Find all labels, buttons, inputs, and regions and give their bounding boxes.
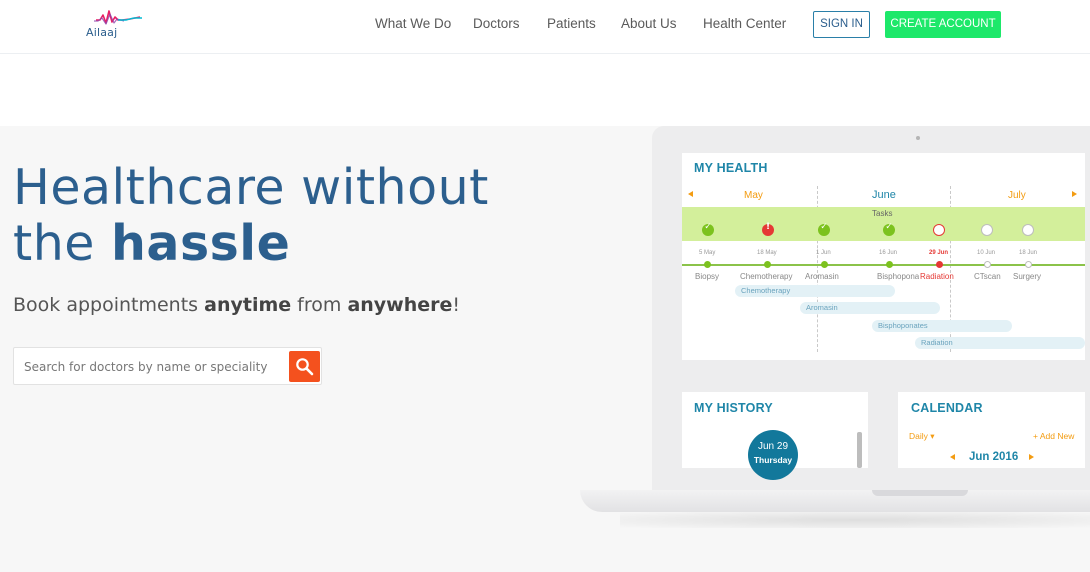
nav-about-us[interactable]: About Us: [621, 16, 677, 31]
gantt-bar[interactable]: Radiation: [915, 337, 1085, 349]
hero-title-emphasis: hassle: [111, 215, 291, 272]
hero-subtitle: Book appointments anytime from anywhere!: [13, 294, 460, 316]
timeline-date: 16 Jun: [879, 250, 898, 256]
history-day-badge[interactable]: Jun 29 Thursday: [748, 430, 798, 480]
timeline-date-current: 29 Jun: [929, 250, 949, 256]
prev-month-icon[interactable]: [688, 191, 693, 197]
task-todo-icon[interactable]: [1022, 224, 1034, 236]
timeline-date: 5 May: [699, 250, 716, 256]
timeline-label: Aromasin: [805, 272, 839, 281]
month-july: July: [1008, 190, 1026, 201]
task-error-icon[interactable]: !: [762, 222, 774, 236]
timeline-label: Biopsy: [695, 272, 720, 281]
gantt-bar[interactable]: Chemotherapy: [735, 285, 895, 297]
pulse-logo-icon: [94, 10, 142, 25]
timeline-label-current: Radiation: [920, 272, 954, 281]
logo[interactable]: Ailaaj: [84, 8, 148, 44]
gantt-bar-label: Radiation: [921, 338, 953, 347]
my-history-title: MY HISTORY: [694, 401, 773, 415]
history-weekday: Thursday: [753, 455, 793, 465]
hero-title-line2: the: [13, 215, 111, 272]
timeline-date: 1 Jun: [816, 250, 831, 256]
calendar-add-new[interactable]: + Add New: [1033, 431, 1074, 441]
laptop-camera: [916, 136, 920, 140]
task-done-icon[interactable]: ✓: [883, 222, 895, 236]
timeline-date: 18 May: [757, 250, 777, 256]
laptop-notch: [872, 490, 968, 496]
calendar-month: Jun 2016: [969, 451, 1019, 463]
timeline-point-current[interactable]: [936, 261, 943, 268]
timeline-date: 10 Jun: [977, 250, 996, 256]
tasks-label: Tasks: [872, 209, 893, 218]
timeline-date: 18 Jun: [1019, 250, 1038, 256]
month-may: May: [744, 190, 763, 201]
history-day: Jun 29: [757, 441, 789, 452]
calendar-next-icon[interactable]: [1029, 454, 1034, 460]
my-health-title: MY HEALTH: [694, 161, 768, 175]
next-month-icon[interactable]: [1072, 191, 1077, 197]
hero-title: Healthcare without the hassle: [13, 160, 489, 272]
hero-sub-text-2: from: [291, 294, 348, 316]
nav-doctors[interactable]: Doctors: [473, 16, 520, 31]
timeline-point[interactable]: [1025, 261, 1032, 268]
timeline-point[interactable]: [886, 261, 893, 268]
timeline-point[interactable]: [704, 261, 711, 268]
timeline-label: Bisphoponates: [877, 272, 919, 281]
hero-sub-text-3: !: [452, 294, 461, 316]
laptop-base: [580, 490, 1090, 512]
task-pending-icon[interactable]: [933, 224, 945, 236]
logo-text: Ailaaj: [86, 26, 118, 39]
search-input[interactable]: [24, 357, 286, 377]
hero-title-line1: Healthcare without: [13, 159, 489, 216]
hero-sub-anywhere: anywhere: [347, 294, 453, 316]
gantt-bar[interactable]: Aromasin: [800, 302, 940, 314]
gantt-bar[interactable]: Bisphoponates: [872, 320, 1012, 332]
calendar-view-label: Daily: [909, 431, 928, 441]
month-june: June: [872, 189, 896, 201]
task-done-icon[interactable]: ✓: [702, 222, 714, 236]
search-button[interactable]: [289, 351, 320, 382]
nav-health-center[interactable]: Health Center: [703, 16, 786, 31]
site-header: Ailaaj What We Do Doctors Patients About…: [0, 0, 1090, 54]
gantt-bar-label: Chemotherapy: [741, 286, 791, 295]
hero-sub-text-1: Book appointments: [13, 294, 205, 316]
task-todo-icon[interactable]: [981, 224, 993, 236]
search-icon: [296, 358, 314, 376]
calendar-title: CALENDAR: [911, 401, 983, 415]
hero-sub-anytime: anytime: [204, 294, 292, 316]
laptop-shadow: [620, 512, 1090, 528]
doctor-search: [13, 347, 322, 385]
history-scrollbar[interactable]: [857, 432, 862, 468]
create-account-button[interactable]: CREATE ACCOUNT: [885, 11, 1001, 38]
timeline-point[interactable]: [821, 261, 828, 268]
task-done-icon[interactable]: ✓: [818, 222, 830, 236]
timeline-label: CTscan: [974, 272, 1001, 281]
calendar-view-select[interactable]: Daily ▾: [909, 431, 935, 442]
timeline-point[interactable]: [764, 261, 771, 268]
chevron-down-icon: ▾: [930, 431, 935, 441]
gantt-bar-label: Aromasin: [806, 303, 838, 312]
nav-what-we-do[interactable]: What We Do: [375, 16, 451, 31]
timeline-label: Surgery: [1013, 272, 1042, 281]
calendar-prev-icon[interactable]: [950, 454, 955, 460]
nav-patients[interactable]: Patients: [547, 16, 596, 31]
timeline-label: Chemotherapy: [740, 272, 793, 281]
gantt-bar-label: Bisphoponates: [878, 321, 928, 330]
timeline-point[interactable]: [984, 261, 991, 268]
sign-in-button[interactable]: SIGN IN: [813, 11, 870, 38]
